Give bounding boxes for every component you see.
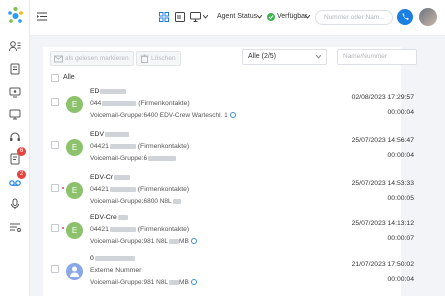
row-checkbox[interactable] xyxy=(51,141,59,149)
name-number-search-input[interactable]: Name/Nummer xyxy=(337,49,417,65)
trash-icon xyxy=(140,54,149,63)
grid-view-icon[interactable] xyxy=(159,12,169,22)
contacts-icon[interactable] xyxy=(8,39,22,53)
call-button-icon[interactable] xyxy=(397,9,413,25)
caller-name: EDV-Cre xyxy=(90,214,128,221)
top-bar: Agent Status Verfügbar Nummer oder Nam..… xyxy=(30,0,445,36)
availability-dropdown[interactable]: Verfügbar xyxy=(277,13,307,20)
row-date: 25/07/2023 14:53:33 xyxy=(351,180,414,187)
mark-read-label: als gelesen markieren xyxy=(65,55,129,62)
caller-name: EDV-Cr xyxy=(90,174,131,181)
unread-dot xyxy=(62,187,64,189)
contact-avatar: E xyxy=(66,182,83,199)
person-icon xyxy=(70,266,79,277)
row-duration: 00:00:07 xyxy=(387,235,414,242)
row-date: 02/08/2023 17:29:57 xyxy=(351,94,414,101)
row-duration: 00:00:04 xyxy=(387,152,414,159)
avatar[interactable] xyxy=(419,8,437,26)
row-duration: 00:00:05 xyxy=(387,195,414,202)
screen-icon[interactable] xyxy=(190,12,201,22)
collapse-menu-icon[interactable] xyxy=(37,12,47,21)
microphone-icon[interactable] xyxy=(8,197,22,211)
caller-number: 04421 (Firmenkontakte) xyxy=(90,186,190,193)
select-all-checkbox[interactable] xyxy=(51,74,59,82)
caller-number: 04421 (Firmenkontakte) xyxy=(90,226,190,233)
caller-name: EDV xyxy=(90,131,129,138)
voicemail-group: Voicemail-Gruppe:6800 N8L xyxy=(90,198,181,205)
agent-status-dropdown[interactable]: Agent Status xyxy=(217,13,257,20)
caller-name: 0 xyxy=(90,255,135,262)
delete-button[interactable]: Löschen xyxy=(136,51,181,66)
desktop-icon[interactable] xyxy=(8,107,22,121)
row-checkbox[interactable] xyxy=(51,224,59,232)
panel-icon[interactable] xyxy=(175,12,185,22)
chevron-down-icon xyxy=(257,15,262,19)
row-duration: 00:00:04 xyxy=(387,276,414,283)
contact-avatar: E xyxy=(66,139,83,156)
settings-list-icon[interactable] xyxy=(8,220,22,234)
sidebar: 6 2 xyxy=(0,0,30,296)
contact-avatar: E xyxy=(66,96,83,113)
list-item[interactable]: 0 Externe Nummer Voicemail-Gruppe:981 N8… xyxy=(43,253,414,296)
monitor-icon[interactable] xyxy=(8,85,22,99)
contact-avatar: E xyxy=(66,222,83,239)
voicemail-group: Voicemail-Gruppe:6 xyxy=(90,155,177,162)
unread-dot xyxy=(62,227,64,229)
voicemail-badge: 2 xyxy=(17,170,26,179)
select-all-label: Alle xyxy=(63,74,75,81)
row-duration: 00:00:04 xyxy=(387,109,414,116)
voicemail-group: Voicemail-Gruppe:981 N8L MB xyxy=(90,238,197,245)
list-item[interactable]: E ED 044 (Firmenkontakte) Voicemail-Grup… xyxy=(43,86,414,129)
voicemail-group: Voicemail-Gruppe:6400 EDV-Crew Warteschl… xyxy=(90,112,236,119)
dial-search-input[interactable]: Nummer oder Nam... xyxy=(315,10,393,25)
voicemail-group: Voicemail-Gruppe:981 N8L MB xyxy=(90,279,197,286)
caller-number: Externe Nummer xyxy=(90,267,142,274)
list-item[interactable]: E EDV 04421 (Firmenkontakte) Voicemail-G… xyxy=(43,129,414,172)
call-log-badge: 6 xyxy=(17,147,26,156)
list-item[interactable]: E EDV-Cr 04421 (Firmenkontakte) Voicemai… xyxy=(43,172,414,215)
row-date: 25/07/2023 14:56:47 xyxy=(351,137,414,144)
chevron-down-icon xyxy=(305,15,310,19)
app-logo-icon xyxy=(8,7,23,23)
delete-label: Löschen xyxy=(151,55,176,62)
caller-number: 04421 (Firmenkontakte) xyxy=(90,143,190,150)
row-date: 25/07/2023 14:13:12 xyxy=(351,220,414,227)
caller-name: ED xyxy=(90,88,127,95)
row-date: 21/07/2023 17:50:02 xyxy=(351,261,414,268)
info-icon[interactable] xyxy=(190,238,197,245)
info-icon[interactable] xyxy=(229,112,236,119)
headset-icon[interactable] xyxy=(8,130,22,144)
mark-read-icon xyxy=(54,55,63,63)
row-checkbox[interactable] xyxy=(51,265,59,273)
caller-number: 044 (Firmenkontakte) xyxy=(90,100,190,107)
filter-select[interactable]: Alle (2/5) xyxy=(242,49,327,65)
list-item[interactable]: E EDV-Cre 04421 (Firmenkontakte) Voicema… xyxy=(43,212,414,255)
row-checkbox[interactable] xyxy=(51,184,59,192)
available-check-icon xyxy=(267,13,275,21)
info-icon[interactable] xyxy=(190,279,197,286)
row-checkbox[interactable] xyxy=(51,98,59,106)
unknown-caller-avatar xyxy=(66,263,83,280)
chevron-down-icon xyxy=(316,55,321,59)
mark-read-button[interactable]: als gelesen markieren xyxy=(50,51,134,66)
phonebook-icon[interactable] xyxy=(8,62,22,76)
chevron-down-icon[interactable] xyxy=(203,15,208,19)
filter-value: Alle (2/5) xyxy=(248,53,277,60)
